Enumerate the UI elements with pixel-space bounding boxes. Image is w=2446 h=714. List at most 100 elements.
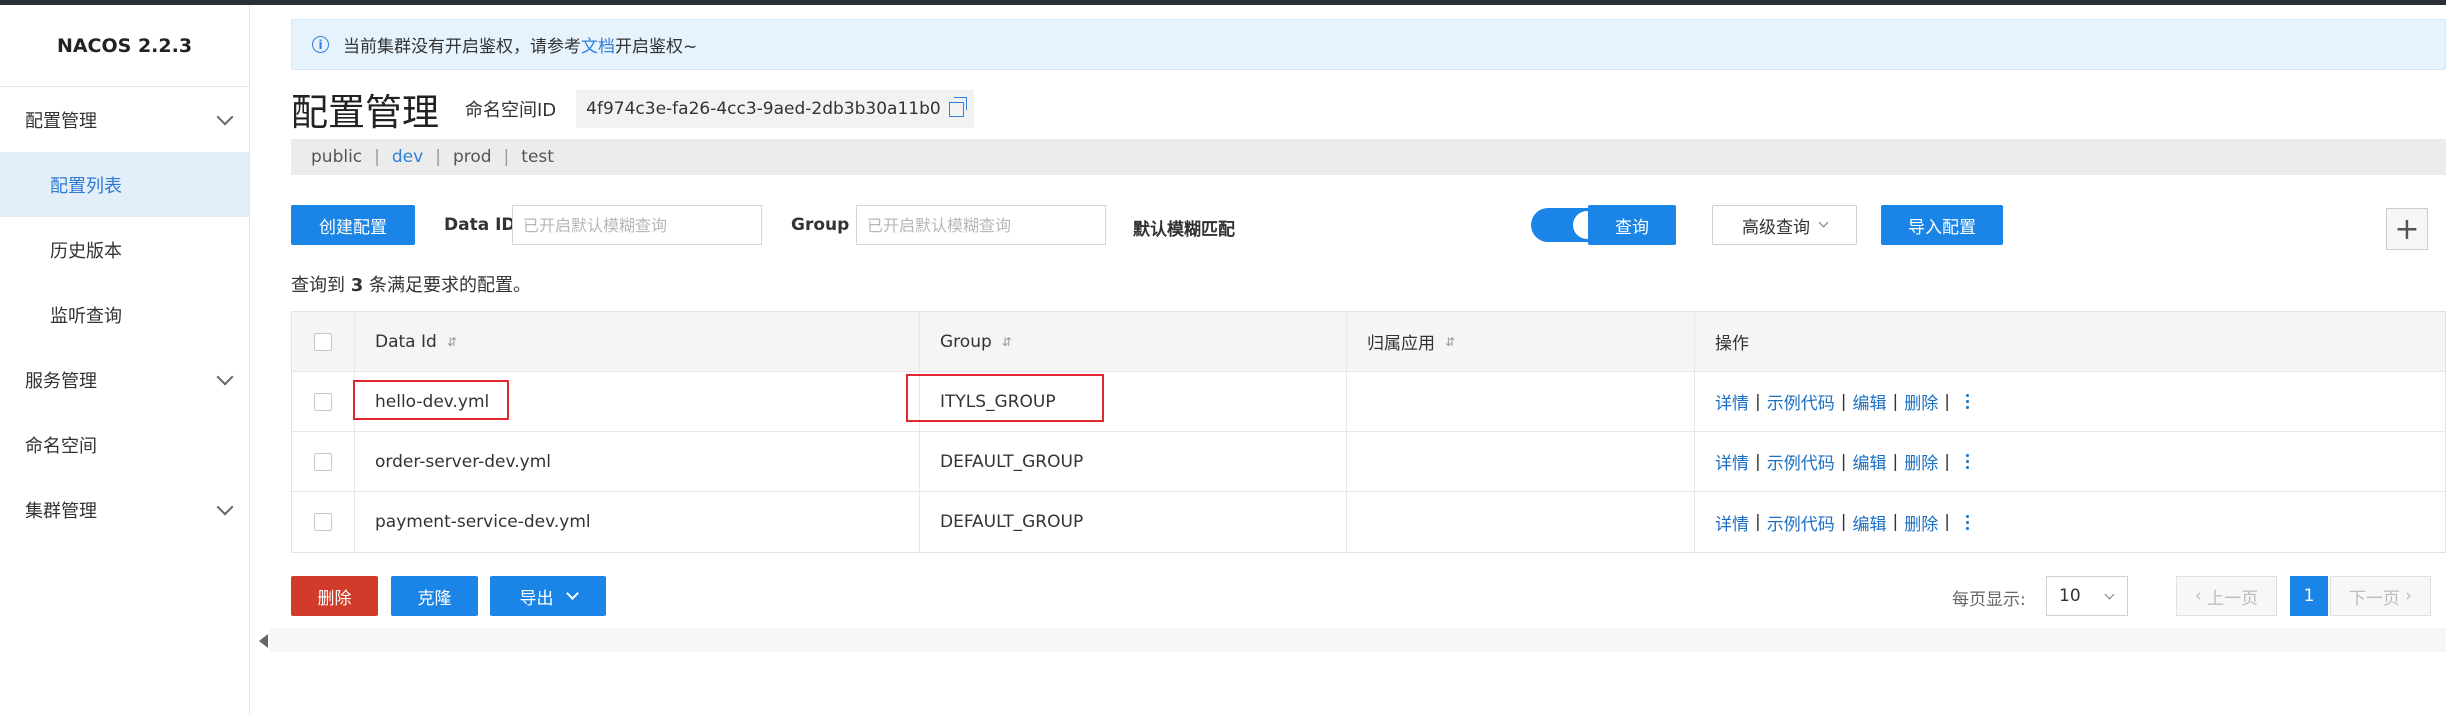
header-label: Data Id [375,331,437,352]
prev-page-label: 上一页 [2207,588,2259,609]
row-checkbox-cell [292,492,355,552]
delete-link[interactable]: 删除 [1904,389,1938,414]
detail-link[interactable]: 详情 [1715,510,1749,535]
header-group[interactable]: Group ⇵ [920,312,1347,371]
sample-code-link[interactable]: 示例代码 [1767,389,1835,414]
sidebar-item-label: 配置列表 [50,175,122,197]
import-config-button[interactable]: 导入配置 [1881,205,2003,245]
page-title: 配置管理 [291,91,439,134]
group-search-input[interactable] [856,205,1106,245]
more-icon[interactable] [1965,454,1969,469]
advanced-query-button[interactable]: 高级查询 [1712,205,1857,245]
header-label: 归属应用 [1367,334,1435,354]
chevron-down-icon [216,108,234,125]
chevron-down-icon [565,586,579,600]
page-size-select[interactable]: 10 [2046,576,2128,616]
sample-code-link[interactable]: 示例代码 [1767,510,1835,535]
sort-icon[interactable]: ⇵ [1445,335,1455,349]
sidebar-item-config-management[interactable]: 配置管理 [0,87,249,152]
group-label: Group [791,215,850,235]
sidebar-item-service-management[interactable]: 服务管理 [0,347,249,412]
edit-link[interactable]: 编辑 [1852,510,1886,535]
tab-separator: | [503,147,510,167]
header-app[interactable]: 归属应用 ⇵ [1347,312,1695,371]
cell-dataid: order-server-dev.yml [355,432,920,491]
sidebar-item-history[interactable]: 历史版本 [0,217,249,282]
cell-dataid: hello-dev.yml [353,372,920,431]
page-1-button[interactable]: 1 [2290,576,2328,616]
sort-icon[interactable]: ⇵ [447,335,457,349]
header-checkbox-cell [292,312,355,371]
prev-page-button: ‹ 上一页 [2176,576,2277,616]
info-icon: i [312,36,329,53]
tab-separator: | [374,147,380,167]
result-suffix: 条满足要求的配置。 [369,275,531,296]
dataid-label: Data ID [444,215,516,235]
sidebar-item-listener-query[interactable]: 监听查询 [0,282,249,347]
next-page-button: 下一页 › [2330,576,2431,616]
edit-link[interactable]: 编辑 [1852,389,1886,414]
chevron-down-icon [216,368,234,385]
page-size-label: 每页显示: [1952,590,2026,610]
chevron-down-icon [2104,589,2115,600]
export-label: 导出 [519,588,554,609]
tab-dev[interactable]: dev [392,147,423,167]
table-row: hello-dev.yml ITYLS_GROUP 详情 | 示例代码 | 编辑 | … [292,372,2445,432]
row-checkbox[interactable] [314,392,332,411]
fuzzy-match-label: 默认模糊匹配 [1133,220,1235,240]
row-checkbox[interactable] [314,513,332,531]
tab-test[interactable]: test [521,147,554,167]
delete-link[interactable]: 删除 [1904,510,1938,535]
detail-link[interactable]: 详情 [1715,389,1749,414]
chevron-down-icon [1818,217,1829,228]
next-page-label: 下一页 [2348,588,2400,609]
cell-group: ITYLS_GROUP [906,372,1347,431]
notice-text: 当前集群没有开启鉴权，请参考 [343,37,581,57]
row-checkbox[interactable] [314,452,332,471]
header-dataid[interactable]: Data Id ⇵ [355,312,920,371]
dataid-search-input[interactable] [512,205,762,245]
clone-button[interactable]: 克隆 [391,576,478,616]
tab-prod[interactable]: prod [453,147,492,167]
sidebar-item-label: 服务管理 [25,370,97,392]
more-icon[interactable] [1965,394,1969,409]
sidebar-item-namespace[interactable]: 命名空间 [0,412,249,477]
chevron-left-icon: ‹ [2194,586,2208,606]
query-button[interactable]: 查询 [1588,205,1676,245]
row-checkbox-cell [292,432,355,491]
result-prefix: 查询到 [291,275,345,296]
select-all-checkbox[interactable] [314,332,332,351]
cell-ops: 详情 | 示例代码 | 编辑 | 删除 | [1695,372,2445,431]
copy-icon[interactable] [948,96,967,117]
namespace-tabs: public | dev | prod | test [291,139,2446,175]
advanced-query-label: 高级查询 [1742,217,1810,238]
more-icon[interactable] [1965,514,1969,530]
sidebar-item-cluster-management[interactable]: 集群管理 [0,477,249,542]
notice-doc-link[interactable]: 文档 [581,32,615,57]
delete-button[interactable]: 删除 [291,576,378,616]
delete-link[interactable]: 删除 [1904,449,1938,474]
config-table: Data Id ⇵ Group ⇵ 归属应用 ⇵ 操作 hello-dev.yml I… [291,311,2446,553]
sidebar-item-config-list[interactable]: 配置列表 [0,152,249,217]
cell-ops: 详情 | 示例代码 | 编辑 | 删除 | [1695,432,2445,491]
page-size-value: 10 [2059,586,2081,606]
edit-link[interactable]: 编辑 [1852,449,1886,474]
namespace-id-box: 4f974c3e-fa26-4cc3-9aed-2db3b30a11b0 [576,90,974,128]
table-header-row: Data Id ⇵ Group ⇵ 归属应用 ⇵ 操作 [292,312,2445,372]
detail-link[interactable]: 详情 [1715,449,1749,474]
sample-code-link[interactable]: 示例代码 [1767,449,1835,474]
header-label: 操作 [1715,334,1749,354]
chevron-down-icon [216,498,234,515]
group-value: ITYLS_GROUP [940,391,1056,412]
tab-public[interactable]: public [311,147,362,167]
search-row: 创建配置 Data ID Group 默认模糊匹配 查询 高级查询 导入配置 [291,205,2446,249]
namespace-id: 4f974c3e-fa26-4cc3-9aed-2db3b30a11b0 [586,99,941,119]
plus-button[interactable]: + [2386,208,2428,250]
tab-separator: | [435,147,441,167]
chevron-right-icon: › [2399,586,2413,606]
sidebar-item-label: 集群管理 [25,500,97,522]
create-config-button[interactable]: 创建配置 [291,205,415,245]
table-row: order-server-dev.yml DEFAULT_GROUP 详情 | 示… [292,432,2445,492]
sort-icon[interactable]: ⇵ [1002,335,1012,349]
export-button[interactable]: 导出 [490,576,606,616]
